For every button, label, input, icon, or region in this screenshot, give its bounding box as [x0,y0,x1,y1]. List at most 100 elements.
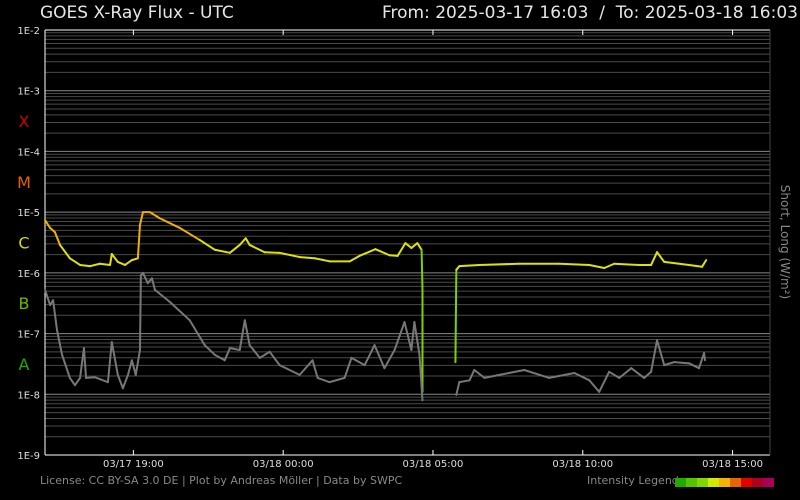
series-short-segment [673,361,691,365]
series-short-segment [650,339,659,373]
series-short-segment [373,344,386,370]
series-long-segment [588,263,606,269]
series-short-segment [153,288,171,303]
flare-class-label: A [19,355,30,374]
series-short-segment [697,352,706,370]
series-long-segment [248,243,266,254]
series-short-segment [268,350,281,367]
series-long-segment [116,260,126,266]
series-short-segment [121,373,129,390]
y-tick-label: 1E-9 [17,451,40,462]
legend-swatch [686,478,697,487]
series-long-segment [396,242,407,257]
series-short-segment [363,344,376,367]
series-long-segment [88,262,101,268]
series-short-segment [238,319,246,351]
series-short-segment [588,379,601,393]
series-long-segment [663,260,691,266]
legend-swatch [741,478,752,487]
legend-swatch [697,478,708,487]
x-tick-label: 03/18 05:00 [403,459,464,470]
series-short-segment [116,373,124,390]
series-long-segment [388,254,399,257]
x-tick-label: 03/17 19:00 [103,459,164,470]
series-long-segment [348,254,361,263]
series-short-segment [258,350,271,359]
y-tick-label: 1E-3 [17,87,40,98]
series-short-segment [473,369,486,379]
series-long-segment [298,256,316,260]
series-short-segment [643,370,653,379]
series-short-segment [138,274,142,351]
series-short-segment [656,339,666,367]
y-tick-label: 1E-6 [17,269,40,280]
series-long-segment [656,251,666,263]
y-tick-label: 1E-4 [17,147,40,158]
series-long-segment [228,243,241,254]
series-long-segment [178,226,201,242]
series-short-segment [413,321,421,356]
series-short-segment [523,369,551,379]
series-long-segment [688,263,703,268]
series-long-segment [313,257,331,263]
series-long-segment [603,262,616,269]
legend-swatch [719,478,730,487]
intensity-legend-label: Intensity Legend [587,474,679,487]
legend-swatch [675,478,686,487]
series-short-segment [598,370,611,393]
series-short-segment [188,319,206,347]
series-short-segment [343,356,353,379]
credits: License: CC BY-SA 3.0 DE | Plot by Andre… [40,474,403,487]
series-long-segment [98,262,112,266]
x-tick-label: 03/18 00:00 [253,459,314,470]
x-tick-label: 03/18 15:00 [702,459,763,470]
y-axis-label: Short, Long (W/m²) [778,185,792,299]
series-short-segment [73,376,82,387]
series-short-segment [126,359,133,376]
series-short-segment [316,376,331,384]
series-short-segment [350,356,366,367]
series-long-segment [454,268,458,364]
series-short-segment [61,353,71,379]
series-long-segment [53,231,61,246]
series-short-segment [311,359,319,379]
series-long-segment [478,262,521,266]
x-tick-label: 03/18 10:00 [552,459,613,470]
series-short-segment [328,376,346,384]
series-short-segment [458,379,471,384]
y-tick-label: 1E-8 [17,390,40,401]
legend-swatch [730,478,741,487]
series-short-segment [498,369,526,376]
legend-swatch [763,478,774,487]
series-short-segment [243,319,251,347]
series-short-segment [134,348,141,376]
flare-class-label: M [17,173,31,192]
series-short-segment [703,352,706,362]
series-long-segment [420,248,424,291]
series-long-segment [213,248,231,254]
series-long-segment [700,259,708,268]
series-long-segment [58,243,71,260]
series-short-segment [82,347,88,379]
series-short-segment [573,372,591,382]
y-tick-label: 1E-5 [17,208,40,219]
series-long-segment [109,253,113,266]
flare-class-label: B [19,294,30,313]
y-tick-label: 1E-7 [17,330,40,341]
series-long-segment [198,239,216,251]
series-long-segment [263,251,281,254]
series-long-segment [558,262,591,266]
series-long-segment [458,263,481,268]
intensity-legend [675,478,774,487]
series-long-segment [123,259,133,266]
series-short-segment [85,376,97,379]
series-short-segment [468,369,476,382]
series-short-segment [663,361,676,367]
series-short-segment [141,271,149,285]
series-short-segment [278,364,301,376]
series-short-segment [150,277,156,291]
series-long-segment [110,253,119,263]
y-tick-label: 1E-2 [17,26,40,37]
series-short-segment [608,370,621,379]
series-short-segment [94,376,109,384]
